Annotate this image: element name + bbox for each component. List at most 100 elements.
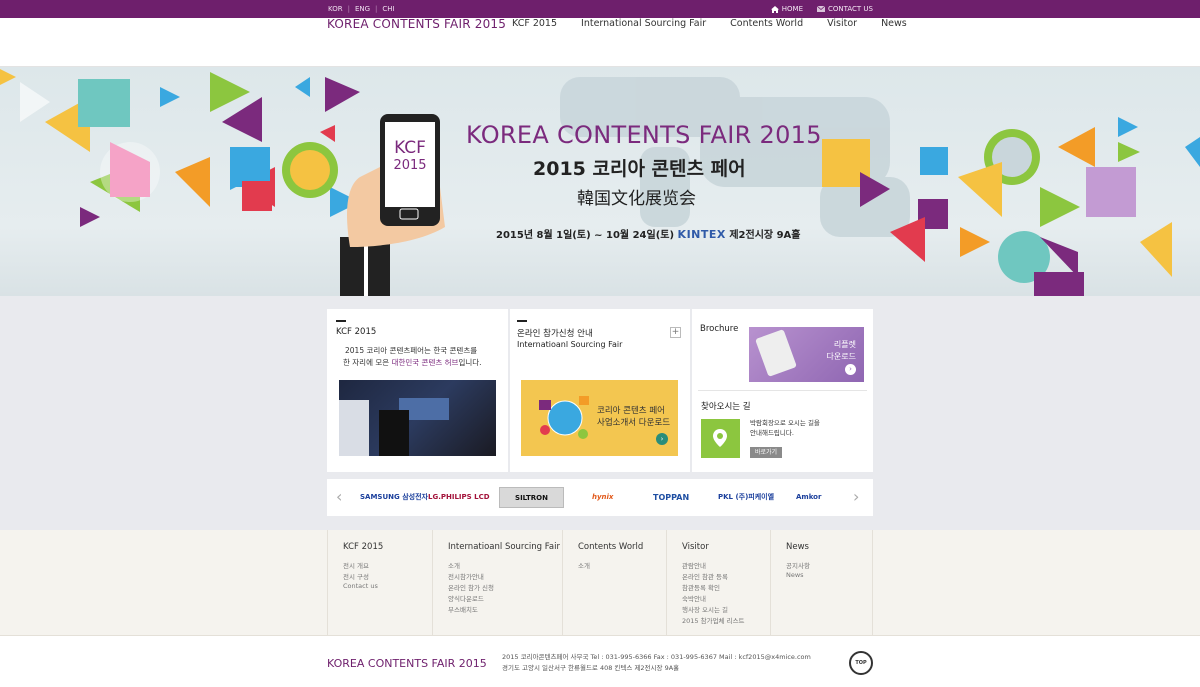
kcf-box: KCF 2015 2015 코리아 콘텐츠페어는 한국 콘텐츠를 한 자리에 모… — [327, 309, 508, 472]
nav-contents-world[interactable]: Contents World — [730, 18, 803, 29]
footer-col-visitor: Visitor 관람안내 온라인 참관 등록 참관등록 확인 숙박안내 행사장 … — [666, 530, 770, 635]
divider — [698, 390, 867, 391]
top-bar — [0, 0, 1200, 18]
map-go-button[interactable]: 바로가기 — [750, 447, 782, 458]
event-date: 2015년 8월 1일(토) ~ 10월 24일(토) — [496, 230, 675, 241]
prev-arrow-icon[interactable]: ‹ — [336, 487, 342, 506]
plus-button[interactable]: + — [670, 327, 681, 338]
footer-link[interactable]: 부스배치도 — [448, 604, 478, 614]
footer-link[interactable]: 관람안내 — [682, 560, 706, 570]
arrow-circle-icon: › — [656, 433, 668, 445]
partner-toppan[interactable]: TOPPAN — [653, 489, 689, 505]
footer-col-title[interactable]: Visitor — [682, 542, 709, 552]
home-icon — [770, 5, 779, 13]
download-text-1: 코리아 콘텐츠 페어 — [597, 406, 665, 416]
next-arrow-icon[interactable]: › — [853, 487, 859, 506]
phone-year: 2015 — [393, 158, 427, 173]
partner-slider: ‹ SAMSUNG 삼성전자 LG.PHILIPS LCD SILTRON hy… — [327, 479, 873, 516]
footer-address: 경기도 고양시 일산서구 한류월드로 408 킨텍스 제2전시장 9A홀 — [502, 664, 680, 672]
banner-title-chinese: 韓国文化展览会 — [577, 189, 696, 209]
map-pin-icon — [713, 429, 727, 447]
footer-link[interactable]: 온라인 참관 등록 — [682, 571, 728, 581]
event-venue: 제2전시장 9A홀 — [729, 230, 801, 241]
divider: | — [347, 5, 350, 13]
phone-kcf: KCF — [394, 138, 426, 158]
nav-kcf2015[interactable]: KCF 2015 — [512, 18, 557, 29]
brochure-title[interactable]: Brochure — [700, 324, 738, 334]
phone-screen-text: KCF 2015 — [389, 140, 431, 174]
footer-link[interactable]: 온라인 참가 신청 — [448, 582, 494, 592]
footer-col-sourcing: Internatioanl Sourcing Fair 소개 전시참가안내 온라… — [432, 530, 562, 635]
footer-link[interactable]: 2015 참가업체 리스트 — [682, 615, 745, 625]
footer-contact: 2015 코리아콘텐츠페어 사무국 Tel : 031-995-6366 Fax… — [502, 653, 811, 661]
map-text-2: 안내해드립니다. — [750, 429, 794, 437]
footer-col-title[interactable]: KCF 2015 — [343, 542, 383, 552]
main-nav: KCF 2015 International Sourcing Fair Con… — [512, 18, 931, 29]
footer-col-title[interactable]: Contents World — [578, 542, 643, 552]
kcf-photo[interactable] — [339, 380, 496, 456]
footer-col-kcf: KCF 2015 전시 개요 전시 구성 Contact us — [327, 530, 432, 635]
site-footer: KOREA CONTENTS FAIR 2015 2015 코리아콘텐츠페어 사… — [0, 635, 1200, 687]
contact-link[interactable]: CONTACT US — [817, 0, 873, 18]
footer-link[interactable]: 전시참가안내 — [448, 571, 484, 581]
footer-nav: KCF 2015 전시 개요 전시 구성 Contact us Internat… — [0, 530, 1200, 635]
footer-link[interactable]: 전시 구성 — [343, 571, 369, 581]
nav-visitor[interactable]: Visitor — [827, 18, 857, 29]
kcf-box-line1: 2015 코리아 콘텐츠페어는 한국 콘텐츠를 — [345, 346, 478, 355]
heading-bar — [336, 320, 346, 322]
partner-lg-philips[interactable]: LG.PHILIPS LCD — [428, 489, 490, 505]
footer-link[interactable]: 소개 — [448, 560, 460, 570]
globe-icon — [539, 396, 589, 439]
photo-banner — [339, 400, 369, 456]
home-label: HOME — [781, 5, 803, 13]
sourcing-subtitle[interactable]: Internatioanl Sourcing Fair — [517, 340, 622, 349]
heading-bar — [517, 320, 527, 322]
sourcing-title[interactable]: 온라인 참가신청 안내 — [517, 327, 593, 339]
hero-banner[interactable]: KOREA CONTENTS FAIR 2015 2015 코리아 콘텐츠 페어… — [0, 67, 1200, 296]
footer-logo[interactable]: KOREA CONTENTS FAIR 2015 — [327, 657, 487, 670]
arrow-circle-icon: › — [845, 364, 856, 375]
partner-amkor[interactable]: Amkor — [796, 489, 821, 505]
top-links: HOME CONTACT US — [770, 0, 873, 18]
nav-news[interactable]: News — [881, 18, 907, 29]
footer-col-news: News 공지사항 News — [770, 530, 873, 635]
footer-col-title[interactable]: Internatioanl Sourcing Fair — [448, 542, 560, 552]
leaflet-text-1: 리플렛 — [833, 340, 856, 349]
banner-date: 2015년 8월 1일(토) ~ 10월 24일(토) KINTEX 제2전시장… — [496, 226, 801, 241]
footer-link[interactable]: 숙박안내 — [682, 593, 706, 603]
footer-link[interactable]: 행사장 오시는 길 — [682, 604, 728, 614]
partner-pkl[interactable]: PKL (주)피케이엘 — [718, 489, 774, 505]
lang-eng[interactable]: ENG — [354, 5, 371, 13]
divider: | — [375, 5, 378, 13]
banner-title-korean: 2015 코리아 콘텐츠 페어 — [533, 158, 746, 180]
map-text-1: 박람회장으로 오시는 길을 — [750, 419, 820, 427]
partner-siltron[interactable]: SILTRON — [499, 487, 564, 508]
scroll-top-button[interactable]: TOP — [849, 651, 873, 675]
map-title[interactable]: 찾아오시는 길 — [701, 400, 751, 412]
lang-chi[interactable]: CHI — [381, 5, 395, 13]
brochure-box: Brochure 리플렛 다운로드 › 찾아오시는 길 박람회장으로 오시는 길… — [692, 309, 873, 472]
leaflet-download-banner[interactable]: 리플렛 다운로드 › — [749, 327, 864, 382]
footer-link[interactable]: 전시 개요 — [343, 560, 369, 570]
footer-link[interactable]: News — [786, 571, 804, 579]
footer-link[interactable]: 공지사항 — [786, 560, 810, 570]
lang-kor[interactable]: KOR — [327, 5, 344, 13]
kcf-box-line2: 한 자리에 모은 대한민국 콘텐츠 허브입니다. — [343, 358, 482, 367]
banner-title: KOREA CONTENTS FAIR 2015 — [466, 121, 822, 149]
partner-hynix[interactable]: hynix — [592, 489, 613, 505]
footer-link[interactable]: 참관등록 확인 — [682, 582, 720, 592]
banner-decoration — [0, 69, 1200, 296]
photo-person — [379, 410, 409, 456]
nav-sourcing-fair[interactable]: International Sourcing Fair — [581, 18, 706, 29]
kcf-box-title[interactable]: KCF 2015 — [336, 327, 376, 337]
partner-samsung[interactable]: SAMSUNG 삼성전자 — [360, 489, 428, 505]
footer-link[interactable]: 소개 — [578, 560, 590, 570]
map-pin-box[interactable] — [701, 419, 740, 458]
business-download-banner[interactable]: 코리아 콘텐츠 페어 사업소개서 다운로드 › — [521, 380, 678, 456]
sourcing-box: 온라인 참가신청 안내 Internatioanl Sourcing Fair … — [510, 309, 690, 472]
home-link[interactable]: HOME — [770, 0, 803, 18]
footer-link[interactable]: 양식다운로드 — [448, 593, 484, 603]
footer-link[interactable]: Contact us — [343, 582, 378, 590]
footer-col-title[interactable]: News — [786, 542, 809, 552]
site-logo[interactable]: KOREA CONTENTS FAIR 2015 — [327, 17, 506, 31]
